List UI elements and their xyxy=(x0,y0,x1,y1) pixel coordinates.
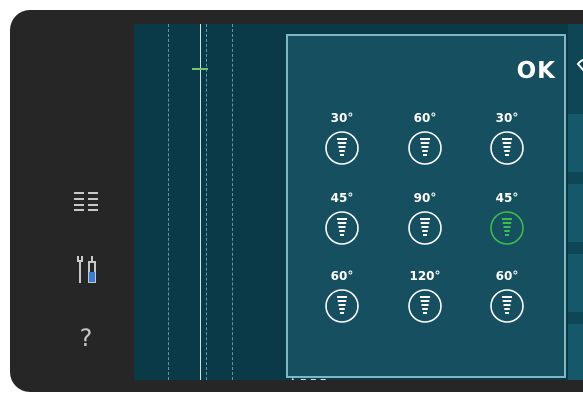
stitch-angle-icon xyxy=(408,211,442,245)
tools-icon[interactable] xyxy=(70,254,102,286)
help-icon[interactable]: ? xyxy=(70,322,102,354)
angle-label: 45° xyxy=(495,191,519,205)
angle-label: 30° xyxy=(330,111,354,125)
guide-line xyxy=(206,24,207,380)
angle-label: 120° xyxy=(409,269,441,283)
stitch-angle-icon xyxy=(325,289,359,323)
stitch-angle-icon xyxy=(408,131,442,165)
angle-label: 90° xyxy=(413,191,437,205)
angle-label: 30° xyxy=(495,111,519,125)
guide-line xyxy=(232,24,233,380)
angle-option[interactable]: 30° xyxy=(310,110,374,190)
sewing-screen: OK 30° 60° 30° 45° 90° 45° 60° 120° 60° ▲ ▪ ▪ ▪ xyxy=(134,24,583,380)
angle-option[interactable]: 60° xyxy=(310,268,374,348)
help-label: ? xyxy=(79,324,93,352)
needle-marker xyxy=(192,68,208,70)
stitch-angle-icon xyxy=(408,289,442,323)
angle-option[interactable]: 30° xyxy=(475,110,539,190)
angle-label: 60° xyxy=(495,269,519,283)
ruler-marks: ▲ ▪ ▪ ▪ xyxy=(289,376,327,380)
stitch-angle-icon xyxy=(490,289,524,323)
ok-button[interactable]: OK xyxy=(517,58,556,84)
angle-option[interactable]: 60° xyxy=(475,268,539,348)
stitch-menu-strip xyxy=(568,24,583,380)
stitch-angle-icon xyxy=(325,131,359,165)
angle-label: 60° xyxy=(413,111,437,125)
favorite-icon xyxy=(576,59,583,72)
angle-option[interactable]: 90° xyxy=(393,190,457,270)
angle-option[interactable]: 120° xyxy=(393,268,457,348)
sidebar: ? xyxy=(10,10,134,392)
stitch-angle-icon xyxy=(490,211,524,245)
stitch-angle-popup: OK 30° 60° 30° 45° 90° 45° 60° 120° 60° xyxy=(286,34,566,378)
angle-label: 45° xyxy=(330,191,354,205)
angle-option[interactable]: 45° xyxy=(310,190,374,270)
angle-option[interactable]: 60° xyxy=(393,110,457,190)
stitch-angle-icon xyxy=(490,131,524,165)
angle-label: 60° xyxy=(330,269,354,283)
angle-option[interactable]: 45° xyxy=(475,190,539,270)
menu-icon[interactable] xyxy=(70,185,102,217)
stitch-line xyxy=(200,24,201,380)
stitch-angle-icon xyxy=(325,211,359,245)
guide-line xyxy=(168,24,169,380)
device-frame: ? OK 30° 60° 30° 45° 90° 45° 60° 120° 60° ▲ ▪ ▪ … xyxy=(10,10,583,392)
